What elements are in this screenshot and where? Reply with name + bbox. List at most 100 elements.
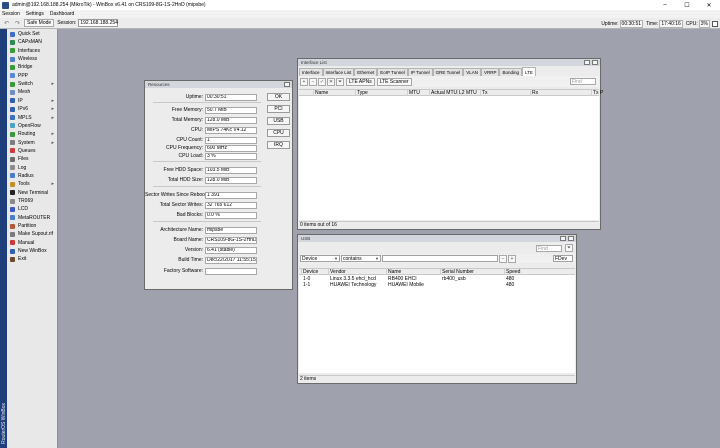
ok-button[interactable]: OK xyxy=(267,93,290,101)
lte-scanner-button[interactable]: LTE Scanner xyxy=(376,77,412,86)
queues-icon xyxy=(10,148,15,154)
make-supout-rif-icon xyxy=(10,231,15,237)
time-label: Time: xyxy=(646,20,659,27)
irq-button[interactable]: IRQ xyxy=(267,141,290,149)
files-icon xyxy=(10,156,15,162)
tab-ethernet[interactable]: Ethernet xyxy=(354,68,378,76)
sidebar-item-files[interactable]: Files xyxy=(10,155,58,163)
usb-button[interactable]: USB xyxy=(267,117,290,125)
interface-find-input[interactable]: Find xyxy=(570,78,596,85)
menu-settings[interactable]: Settings xyxy=(26,11,44,17)
sidebar-item-log[interactable]: Log xyxy=(10,164,58,172)
tab-ip-tunnel[interactable]: IP Tunnel xyxy=(407,68,433,76)
resources-titlebar[interactable]: Resources xyxy=(145,81,292,88)
filter-value-input[interactable] xyxy=(382,255,498,262)
sidebar-item-metarouter[interactable]: MetaROUTER xyxy=(10,214,58,222)
resource-value: 128.0 MiB xyxy=(205,116,257,124)
table-row[interactable]: 1-1 HUAWEI Technology HUAWEI Mobile 480 xyxy=(300,282,574,288)
sidebar-item-tr069[interactable]: TR069 xyxy=(10,197,58,205)
sidebar-item-new-winbox[interactable]: New WinBox xyxy=(10,247,58,255)
redo-icon[interactable]: ↷ xyxy=(13,19,22,27)
sidebar-item-system[interactable]: System ▸ xyxy=(10,139,58,147)
interface-list-close-icon[interactable] xyxy=(592,60,598,65)
lte-apns-button[interactable]: LTE APNs xyxy=(346,77,375,86)
tab-interface-list[interactable]: Interface List xyxy=(322,68,355,76)
pci-button[interactable]: PCI xyxy=(267,105,290,113)
sidebar-item-label: Queues xyxy=(18,147,36,154)
usb-find-input[interactable]: Find xyxy=(536,245,562,252)
filter-remove-icon[interactable]: − xyxy=(499,254,507,263)
menu-dashboard[interactable]: Dashboard xyxy=(50,11,74,17)
usb-titlebar[interactable]: USB xyxy=(298,235,576,242)
resource-label: Sector Writes Since Reboot: xyxy=(145,192,208,198)
sidebar-item-interfaces[interactable]: Interfaces xyxy=(10,47,58,55)
remove-icon[interactable]: − xyxy=(309,77,317,86)
filter-add-icon[interactable]: + xyxy=(508,254,516,263)
interface-list-titlebar[interactable]: Interface List xyxy=(298,59,600,66)
usb-close-icon[interactable] xyxy=(568,236,574,241)
sidebar-item-exit[interactable]: Exit xyxy=(10,255,58,263)
sidebar-item-switch[interactable]: Switch ▸ xyxy=(10,80,58,88)
sidebar-item-label: Radius xyxy=(18,172,34,179)
tab-gre-tunnel[interactable]: GRE Tunnel xyxy=(432,68,464,76)
sidebar-item-ip[interactable]: IP ▸ xyxy=(10,97,58,105)
add-icon[interactable]: + xyxy=(300,77,308,86)
chevron-down-icon: ▼ xyxy=(334,256,338,261)
sidebar-item-capsman[interactable]: CAPsMAN xyxy=(10,38,58,46)
sidebar-item-label: Log xyxy=(18,164,27,171)
sidebar-item-quick-set[interactable]: Quick Set xyxy=(10,30,58,38)
sidebar-item-partition[interactable]: Partition xyxy=(10,222,58,230)
resources-close-icon[interactable] xyxy=(284,82,290,87)
resource-value: 32 765 612 xyxy=(205,201,257,209)
resource-value: 0.0 % xyxy=(205,211,257,219)
sidebar-item-label: System xyxy=(18,139,35,146)
sidebar-item-label: Files xyxy=(18,156,29,163)
sidebar-item-routing[interactable]: Routing ▸ xyxy=(10,130,58,138)
sidebar-item-ppp[interactable]: PPP xyxy=(10,72,58,80)
menu-session[interactable]: Session xyxy=(2,11,20,17)
resources-title: Resources xyxy=(148,82,170,87)
tab-lte[interactable]: LTE xyxy=(521,67,536,76)
close-button[interactable]: ✕ xyxy=(698,0,720,10)
sidebar-item-lcd[interactable]: LCD xyxy=(10,205,58,213)
sidebar-item-queues[interactable]: Queues xyxy=(10,147,58,155)
sidebar-item-radius[interactable]: Radius xyxy=(10,172,58,180)
sidebar-item-tools[interactable]: Tools ▸ xyxy=(10,180,58,188)
sidebar-item-new-terminal[interactable]: New Terminal xyxy=(10,189,58,197)
resource-label: Free Memory: xyxy=(171,107,203,113)
tab-eoip-tunnel[interactable]: EoIP Tunnel xyxy=(377,68,408,76)
sidebar-item-make-supout-rif[interactable]: Make Supout.rif xyxy=(10,230,58,238)
filter-operator-select[interactable]: contains ▼ xyxy=(341,255,381,262)
interface-list-maximize-icon[interactable] xyxy=(584,60,590,65)
usb-filter-icon[interactable]: ⏷ xyxy=(565,244,573,252)
sidebar-item-openflow[interactable]: OpenFlow xyxy=(10,122,58,130)
usb-table-header: Device Vendor Name Serial Number Speed xyxy=(299,268,575,275)
tab-vrrp[interactable]: VRRP xyxy=(480,68,500,76)
disable-icon[interactable]: ✕ xyxy=(327,77,335,86)
resource-label: Uptime: xyxy=(185,94,203,100)
tab-vlan[interactable]: VLAN xyxy=(463,68,481,76)
sidebar-item-mesh[interactable]: Mesh xyxy=(10,88,58,96)
safe-mode-button[interactable]: Safe Mode xyxy=(24,19,55,27)
sidebar-item-bridge[interactable]: Bridge xyxy=(10,63,58,71)
undo-icon[interactable]: ↶ xyxy=(2,19,11,27)
minimize-button[interactable]: – xyxy=(654,0,676,10)
lock-icon[interactable] xyxy=(712,20,718,27)
filter-field-select[interactable]: Device ▼ xyxy=(300,255,340,262)
tab-bonding[interactable]: Bonding xyxy=(499,68,522,76)
sidebar-item-wireless[interactable]: Wireless xyxy=(10,55,58,63)
enable-icon[interactable]: ✓ xyxy=(318,77,326,86)
filter-scope-select[interactable]: FDev xyxy=(553,255,573,262)
resource-value: 1 391 xyxy=(205,191,257,199)
sidebar-item-ipv6[interactable]: IPv6 ▸ xyxy=(10,105,58,113)
window-title: admin@192.168.188.254 (MikroTik) - WinBo… xyxy=(12,2,206,8)
resource-label: CPU Frequency: xyxy=(166,145,203,151)
tab-interface[interactable]: Interface xyxy=(299,68,323,76)
sidebar-item-mpls[interactable]: MPLS ▸ xyxy=(10,114,58,122)
sidebar-item-manual[interactable]: Manual xyxy=(10,239,58,247)
usb-maximize-icon[interactable] xyxy=(560,236,566,241)
cpu-button[interactable]: CPU xyxy=(267,129,290,137)
session-field[interactable]: 192.168.188.254 xyxy=(78,19,119,27)
filter-icon[interactable]: ⏷ xyxy=(336,77,344,86)
maximize-button[interactable]: ☐ xyxy=(676,0,698,10)
